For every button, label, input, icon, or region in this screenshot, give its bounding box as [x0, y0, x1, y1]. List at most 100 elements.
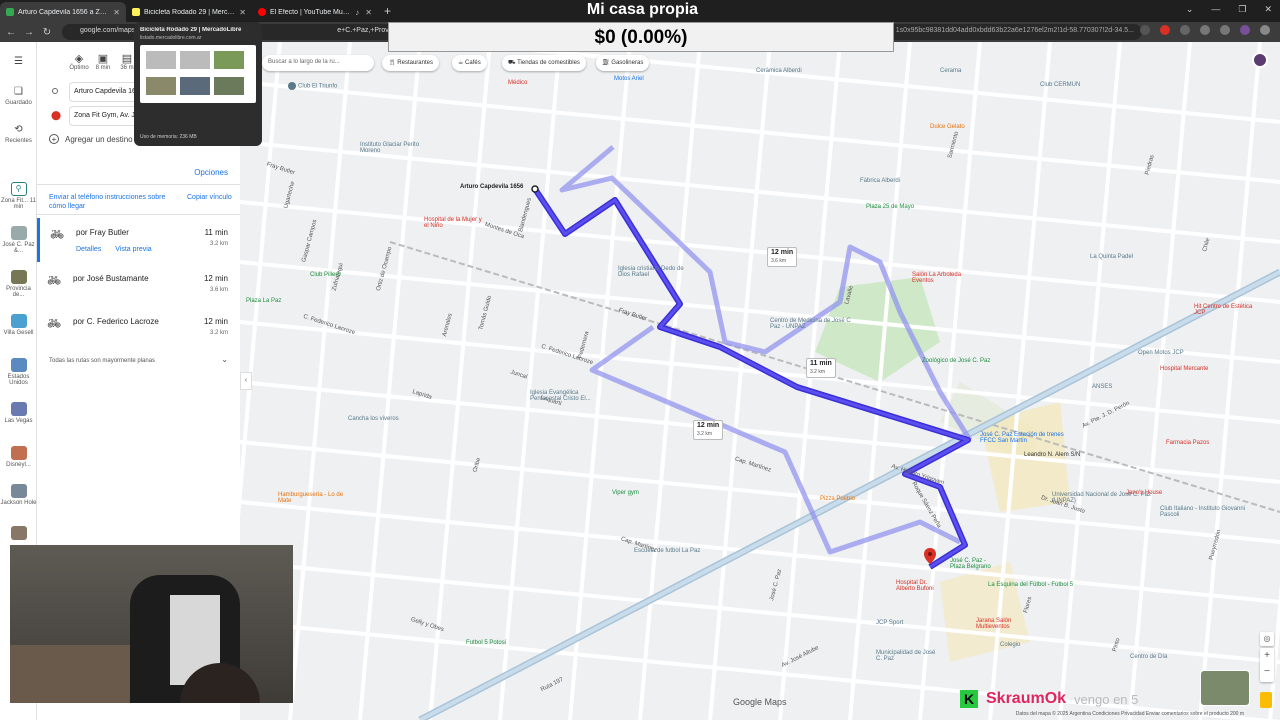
map-poi[interactable]: Futbol 5 Potosí [466, 640, 506, 646]
rail-recent-place[interactable]: Las Vegas [0, 402, 37, 424]
map-poi[interactable]: Centro de Día [1130, 654, 1167, 660]
map-poi[interactable]: Hamburguesería - Lo de Mate [278, 492, 358, 504]
map-poi[interactable]: Hospital Dr. Alberto Bufoni [896, 580, 946, 592]
map-poi[interactable]: Farmacia Pazos [1166, 440, 1209, 446]
download-icon[interactable] [1220, 25, 1230, 35]
rail-recent-place[interactable]: Provincia de... [0, 270, 37, 298]
add-destination-button[interactable]: + Agregar un destino [49, 134, 133, 144]
map-poi[interactable]: Jarana Salón Multieventos [976, 618, 1036, 630]
map-poi[interactable]: Jano's House [1126, 490, 1162, 496]
route-search-input[interactable]: Buscar a lo largo de la ru... [262, 55, 374, 71]
close-icon[interactable]: ✕ [1264, 4, 1272, 15]
browser-tab-youtube-music[interactable]: El Efecto | YouTube Music ♪ ✕ [252, 2, 378, 22]
rail-recent-place[interactable] [0, 526, 37, 542]
send-to-phone-link[interactable]: Enviar al teléfono instrucciones sobre c… [49, 193, 169, 211]
browser-tab-mercadolibre[interactable]: Bicicleta Rodado 29 | MercadoLi... ✕ [126, 2, 252, 22]
new-tab-button[interactable]: + [384, 4, 391, 18]
chip-cafes[interactable]: ☕︎ Cafés [452, 55, 487, 71]
zoom-in-icon[interactable]: + [1264, 650, 1270, 661]
map-poi[interactable]: Viper gym [612, 490, 639, 496]
map-poi[interactable]: José C. Paz Estación de trenes FFCC San … [980, 432, 1070, 444]
pegman-icon[interactable] [1260, 692, 1272, 708]
map-poi[interactable]: Hit Centro de Estética JCP [1194, 304, 1264, 316]
map-poi[interactable]: Fábrica Alberdi [860, 178, 900, 184]
map-poi[interactable]: José C. Paz - Plaza Belgrano [950, 558, 1000, 570]
map-poi[interactable]: Cerámica Alberdi [756, 68, 802, 74]
map-poi[interactable]: La Quinta Padel [1090, 254, 1133, 260]
mode-best[interactable]: ◈ Óptimo [67, 52, 91, 71]
rail-recent[interactable]: ⟲ Recientes [0, 124, 37, 144]
rail-recent-place[interactable]: Jackson Hole [0, 484, 37, 506]
map-poi[interactable]: Colegio [1000, 642, 1020, 648]
details-button[interactable]: Detalles [76, 246, 101, 253]
menu-icon[interactable] [1260, 25, 1270, 35]
browser-tab-maps[interactable]: Arturo Capdevila 1656 a Zona F... ✕ [0, 2, 126, 22]
map-poi[interactable]: Hospital de la Mujer y el Niño [424, 217, 484, 229]
chip-groceries[interactable]: ⛟ Tiendas de comestibles [502, 55, 586, 71]
map-poi[interactable]: Open Motos JCP [1138, 350, 1184, 356]
zoom-control[interactable]: + − [1260, 648, 1274, 682]
extension-icon[interactable] [1180, 25, 1190, 35]
close-icon[interactable]: ✕ [113, 8, 120, 17]
map-poi[interactable]: Club Pillero [310, 272, 341, 278]
route-option[interactable]: 🚲︎ por C. Federico Lacroze 12 min 3.2 km [37, 307, 240, 351]
route-time-box[interactable]: 11 min 3.2 km [806, 358, 836, 378]
map-poi[interactable]: Cancha los viveros [348, 416, 399, 422]
map-poi[interactable]: Escuela de futbol La Paz [634, 548, 700, 554]
map-poi[interactable]: Leandro N. Alem S/N [1024, 452, 1080, 458]
street-view-thumbnail[interactable] [1200, 670, 1250, 706]
route-time-box[interactable]: 12 min 3.2 km [693, 420, 724, 440]
rail-recent-route[interactable]: ⚲ Zona Fit... 11 min [0, 182, 37, 210]
map-poi[interactable]: Club CERMUN [1040, 82, 1080, 88]
menu-button[interactable]: ☰ [0, 56, 37, 70]
route-option[interactable]: 🚲︎ por José Bustamante 12 min 3.6 km [37, 264, 240, 308]
reload-icon[interactable]: ↻ [40, 27, 54, 38]
map-poi[interactable]: Centro de Medicina de José C Paz - UNPAZ [770, 318, 860, 330]
close-icon[interactable]: ✕ [239, 8, 246, 17]
map-poi[interactable]: Club Italiano - Instituto Giovanni Pasco… [1160, 506, 1260, 518]
route-option[interactable]: 🚲︎ por Fray Butler 11 min 3.2 km Detalle… [37, 218, 240, 262]
map-poi[interactable]: Médico [508, 80, 527, 86]
zoom-out-icon[interactable]: − [1264, 666, 1270, 677]
chevron-down-icon[interactable]: ⌄ [1186, 4, 1194, 15]
collapse-panel-button[interactable]: ‹ [240, 372, 252, 390]
route-time-box[interactable]: 12 min 3.6 km [767, 247, 798, 267]
back-icon[interactable]: ← [4, 27, 18, 38]
map-poi[interactable]: Municipalidad de José C. Paz [876, 650, 936, 662]
map-poi[interactable]: Cerama [940, 68, 961, 74]
map-poi[interactable]: La Esquina del Fútbol - Fútbol 5 [988, 582, 1078, 588]
map-poi[interactable]: Hospital Mercante [1160, 366, 1208, 372]
map-poi[interactable]: ANSES [1092, 384, 1112, 390]
maximize-icon[interactable]: ❐ [1238, 4, 1246, 15]
map-poi[interactable]: Plaza 25 de Mayo [866, 204, 914, 210]
star-icon[interactable] [1140, 25, 1150, 35]
chip-gas[interactable]: ⛽︎ Gasolineras [596, 55, 650, 71]
rail-recent-place[interactable]: Estados Unidos [0, 358, 37, 386]
map-canvas[interactable]: Buscar a lo largo de la ru... 🍴︎ Restaur… [240, 42, 1280, 720]
minimize-icon[interactable]: — [1211, 4, 1220, 15]
map-poi[interactable]: Motos Ariel [614, 76, 644, 82]
forward-icon[interactable]: → [22, 27, 36, 38]
copy-link-button[interactable]: Copiar vínculo [187, 193, 237, 202]
map-poi[interactable]: Zoológico de José C. Paz [922, 358, 990, 364]
chevron-down-icon[interactable]: ⌄ [221, 355, 228, 364]
mode-car[interactable]: ▣ 8 min [91, 52, 115, 71]
account-avatar[interactable] [1252, 52, 1268, 68]
preview-button[interactable]: Vista previa [115, 246, 151, 253]
map-poi[interactable]: JCP Sport [876, 620, 903, 626]
extension-icon[interactable] [1160, 25, 1170, 35]
map-poi[interactable]: Plaza La Paz [246, 298, 281, 304]
chip-restaurants[interactable]: 🍴︎ Restaurantes [382, 55, 439, 71]
rail-saved[interactable]: ❏ Guardado [0, 86, 37, 106]
map-poi[interactable]: Pizza Pueblo [820, 496, 855, 502]
close-icon[interactable]: ✕ [365, 8, 372, 17]
rail-recent-place[interactable]: Villa Gesell [0, 314, 37, 336]
map-poi[interactable]: Club El Triunfo [288, 82, 337, 90]
map-poi[interactable]: Iglesia cristiana Dedo de Dios Rafael [618, 266, 688, 278]
map-poi[interactable]: Instituto Glaciar Perito Moreno [360, 142, 440, 154]
map-poi[interactable]: Salón La Arboleda Eventos [912, 272, 972, 284]
rail-recent-place[interactable]: José C. Paz &... [0, 226, 37, 254]
puzzle-icon[interactable] [1200, 25, 1210, 35]
profile-avatar[interactable] [1240, 25, 1250, 35]
rail-recent-place[interactable]: Disneyl... [0, 446, 37, 468]
